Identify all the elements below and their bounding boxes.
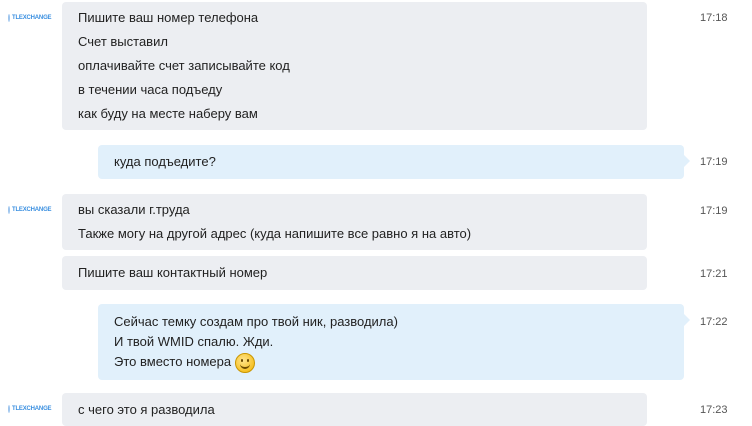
avatar-brand: TLEXCHANGE (12, 207, 52, 213)
message-bubble[interactable]: Пишите ваш номер телефона Счет выставил … (62, 2, 647, 130)
message-bubble[interactable]: Сейчас темку создам про твой ник, развод… (98, 304, 690, 380)
message-time: 17:21 (700, 268, 728, 280)
sender-avatar[interactable]: TLEXCHANGE (8, 13, 52, 23)
message-line: Счет выставил (78, 34, 168, 49)
avatar-brand: TLEXCHANGE (12, 406, 52, 412)
message-bubble[interactable]: Пишите ваш контактный номер (62, 256, 647, 290)
message-line: куда подъедите? (114, 154, 216, 169)
message-line: Это вместо номера (114, 352, 668, 373)
sender-avatar[interactable]: TLEXCHANGE (8, 205, 52, 215)
logo-icon (8, 14, 10, 22)
message-time: 17:19 (700, 205, 728, 217)
message-line: в течении часа подъеду (78, 82, 223, 97)
message-bubble[interactable]: с чего это я разводила (62, 393, 647, 426)
message-line: как буду на месте наберу вам (78, 106, 258, 121)
message-line: с чего это я разводила (78, 402, 215, 417)
message-line: Сейчас темку создам про твой ник, развод… (114, 314, 398, 329)
logo-icon (8, 405, 10, 413)
message-line: Пишите ваш контактный номер (78, 265, 268, 280)
message-line: вы сказали г.труда (78, 202, 190, 217)
message-bubble[interactable]: вы сказали г.труда Также могу на другой … (62, 194, 647, 250)
sender-avatar[interactable]: TLEXCHANGE (8, 404, 52, 414)
avatar-brand: TLEXCHANGE (12, 15, 52, 21)
message-line: И твой WMID спалю. Жди. (114, 334, 274, 349)
message-bubble[interactable]: куда подъедите? (98, 145, 690, 179)
message-time: 17:18 (700, 12, 728, 24)
message-line: Пишите ваш номер телефона (78, 10, 259, 25)
message-line: Также могу на другой адрес (куда напишит… (78, 226, 472, 241)
message-time: 17:22 (700, 316, 728, 328)
smile-emoji-icon (235, 352, 256, 373)
message-text: Это вместо номера (114, 354, 232, 369)
logo-icon (8, 206, 10, 214)
message-line: оплачивайте счет записывайте код (78, 58, 290, 73)
message-time: 17:19 (700, 156, 728, 168)
message-time: 17:23 (700, 404, 728, 416)
